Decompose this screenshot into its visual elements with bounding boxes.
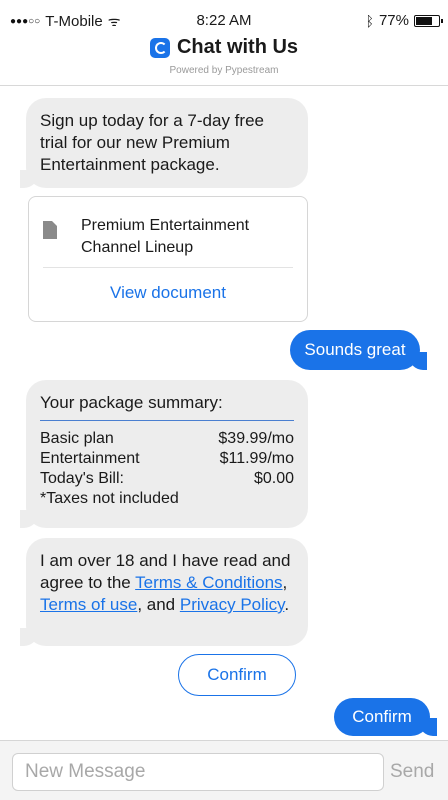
summary-heading: Your package summary: <box>40 392 294 421</box>
summary-value: $39.99/mo <box>218 430 294 447</box>
message-text: Sign up today for a 7-day free trial for… <box>40 111 264 174</box>
battery-fill <box>416 16 433 25</box>
message-text: Confirm <box>352 707 412 726</box>
document-title: Premium Entertainment Channel Lineup <box>81 217 250 256</box>
header-subtitle: Powered by Pypestream <box>169 64 279 76</box>
bluetooth-icon: ᛒ <box>365 12 374 29</box>
terms-separator: , <box>282 573 288 592</box>
document-card: Premium Entertainment Channel Lineup Vie… <box>28 196 308 322</box>
summary-label: Basic plan <box>40 430 114 447</box>
summary-value: $0.00 <box>253 470 294 487</box>
view-document-link[interactable]: View document <box>29 283 307 303</box>
incoming-message-intro: Sign up today for a 7-day free trial for… <box>20 98 308 188</box>
confirm-button[interactable]: Confirm <box>178 654 296 696</box>
chat-thread[interactable]: Sign up today for a 7-day free trial for… <box>0 86 448 740</box>
new-message-input[interactable] <box>12 753 384 791</box>
message-text: Sounds great <box>304 340 406 359</box>
terms-separator: , and <box>137 595 180 614</box>
battery-icon <box>414 14 443 27</box>
incoming-message-terms: I am over 18 and I have read and agree t… <box>20 538 308 646</box>
terms-and-conditions-link[interactable]: Terms & Conditions <box>135 573 282 592</box>
summary-label: Entertainment <box>40 450 140 467</box>
divider <box>43 267 293 268</box>
composer-bar: Send <box>0 740 448 800</box>
summary-row: Entertainment $11.99/mo <box>40 449 294 469</box>
terms-of-use-link[interactable]: Terms of use <box>40 595 137 614</box>
status-right: ᛒ 77% <box>365 12 443 29</box>
battery-percent: 77% <box>378 12 409 29</box>
summary-value: $11.99/mo <box>219 450 294 467</box>
chat-header: Chat with Us Powered by Pypestream <box>0 34 448 86</box>
terms-suffix: . <box>284 595 290 614</box>
summary-label: Today's Bill: <box>40 470 124 487</box>
outgoing-message-sounds-great: Sounds great <box>290 330 427 370</box>
summary-row: Basic plan $39.99/mo <box>40 429 294 449</box>
summary-note: *Taxes not included <box>40 490 179 507</box>
document-icon <box>43 221 57 239</box>
summary-note-row: *Taxes not included <box>40 489 294 509</box>
page-title: Chat with Us <box>176 36 299 58</box>
summary-row: Today's Bill: $0.00 <box>40 469 294 489</box>
header-title-row: Chat with Us <box>149 36 299 59</box>
send-button[interactable]: Send <box>390 761 434 783</box>
outgoing-message-confirm: Confirm <box>334 698 437 736</box>
incoming-message-package-summary: Your package summary: Basic plan $39.99/… <box>20 380 308 528</box>
pypestream-logo-icon <box>149 37 170 58</box>
privacy-policy-link[interactable]: Privacy Policy <box>180 595 285 614</box>
